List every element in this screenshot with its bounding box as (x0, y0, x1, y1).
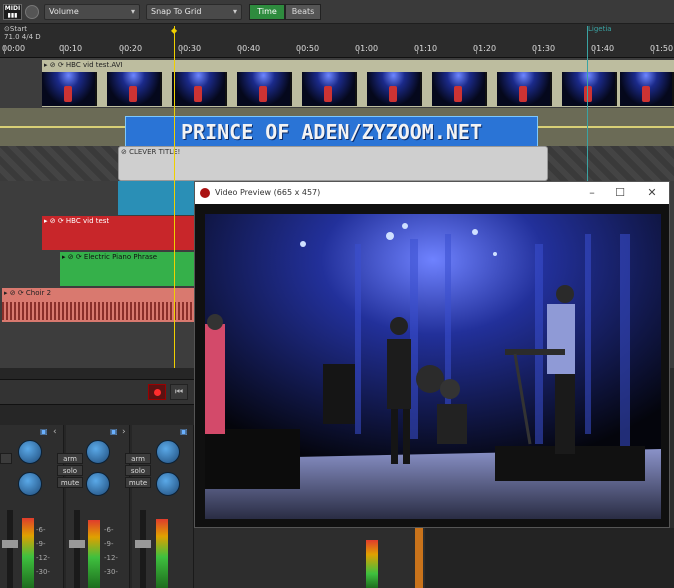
video-thumbnail (497, 72, 552, 106)
fader-handle[interactable] (69, 540, 85, 548)
video-thumbnail (302, 72, 357, 106)
stage-scene (205, 214, 661, 519)
chevron-down-icon: ▾ (130, 7, 135, 16)
title-banner: PRINCE OF ADEN/ZYZOOM.NET (125, 116, 538, 148)
end-marker[interactable]: Ligetia (588, 25, 612, 33)
red-clip-label: ▸ ⊘ ⟳ HBC vid test (44, 217, 110, 225)
solo-button[interactable]: solo (57, 465, 83, 476)
orange-strip (415, 528, 423, 588)
beats-button[interactable]: Beats (285, 4, 321, 20)
timeline-ruler[interactable] (0, 24, 674, 58)
level-meter (22, 518, 34, 588)
start-marker[interactable]: ⊙Start 71.0 4/4 D (4, 25, 41, 41)
window-maximize-icon[interactable]: ☐ (607, 182, 633, 204)
video-thumbnail (42, 72, 97, 106)
video-preview-window[interactable]: Video Preview (665 x 457) – ☐ ✕ (194, 181, 670, 528)
pan-icon[interactable]: ▣ (180, 427, 188, 436)
ruler-tick (122, 45, 123, 54)
ruler-tick (476, 45, 477, 54)
solo-button[interactable]: solo (125, 465, 151, 476)
fader-handle[interactable] (2, 540, 18, 548)
level-meter (366, 540, 378, 588)
fader-track[interactable] (7, 510, 13, 588)
ruler-time: 00:00 (2, 44, 26, 53)
ruler-tick (240, 45, 241, 54)
level-meter (156, 519, 168, 588)
window-title: Video Preview (665 x 457) (215, 188, 321, 197)
lower-mixer-area (425, 528, 674, 588)
video-clip-label: ▸ ⊘ ⟳ HBC vid test.AVI (44, 61, 123, 69)
pan-icon[interactable]: ▣ (40, 427, 48, 436)
concert-video-frame (205, 214, 661, 519)
nav-prev-icon[interactable]: ‹ (53, 427, 57, 437)
pan-knob[interactable] (156, 440, 180, 464)
window-close-icon[interactable]: ✕ (639, 182, 665, 204)
video-thumbnail (562, 72, 617, 106)
ruler-tick (535, 45, 536, 54)
ruler-tick (4, 45, 5, 54)
pan-knob[interactable] (156, 472, 180, 496)
mute-button[interactable]: mute (125, 477, 151, 488)
app-icon (200, 188, 210, 198)
arm-button[interactable] (0, 453, 12, 464)
parameter-select-value: Volume (49, 7, 79, 16)
ruler-tick (358, 45, 359, 54)
gear-icon[interactable] (25, 5, 39, 19)
video-thumbnail (620, 72, 674, 106)
parameter-select[interactable]: Volume ▾ (44, 4, 140, 20)
pan-icon[interactable]: ▣ (110, 427, 118, 436)
title-clip-label: ⊘ CLEVER TITLE! (121, 148, 181, 156)
fader-handle[interactable] (135, 540, 151, 548)
video-thumbnail (367, 72, 422, 106)
ruler-tick (417, 45, 418, 54)
skip-back-icon[interactable]: ⏮ (170, 384, 188, 400)
cyan-audio-clip[interactable] (118, 181, 195, 215)
video-thumbnail (432, 72, 487, 106)
ruler-tick (181, 45, 182, 54)
playhead[interactable] (174, 26, 175, 376)
ruler-tick (299, 45, 300, 54)
snap-select-value: Snap To Grid (151, 7, 202, 16)
arm-button[interactable]: arm (57, 453, 83, 464)
level-meter (88, 520, 100, 588)
pan-knob[interactable] (86, 472, 110, 496)
pan-knob[interactable] (86, 440, 110, 464)
meter-scale: -6- -9- -12- -30- (104, 526, 118, 576)
fader-track[interactable] (74, 510, 80, 588)
pink-clip-label: ▸ ⊘ ⟳ Choir 2 (4, 289, 52, 297)
title-clip[interactable]: ⊘ CLEVER TITLE! (118, 146, 548, 181)
snap-select[interactable]: Snap To Grid ▾ (146, 4, 242, 20)
midi-icon[interactable]: MIDI ▮▮▮ (3, 4, 22, 20)
window-minimize-icon[interactable]: – (579, 182, 605, 204)
video-thumbnail (172, 72, 227, 106)
pan-knob[interactable] (18, 440, 42, 464)
ruler-tick (63, 45, 64, 54)
nav-next-icon[interactable]: › (122, 427, 126, 437)
arm-button[interactable]: arm (125, 453, 151, 464)
video-thumbnail (107, 72, 162, 106)
chevron-down-icon: ▾ (232, 7, 237, 16)
ruler-tick (594, 45, 595, 54)
record-icon[interactable] (148, 384, 166, 400)
video-thumbnail (237, 72, 292, 106)
waveform (2, 302, 195, 320)
ruler-tick (653, 45, 654, 54)
pan-knob[interactable] (18, 472, 42, 496)
mute-button[interactable]: mute (57, 477, 83, 488)
meter-scale: -6- -9- -12- -30- (36, 526, 50, 576)
time-button[interactable]: Time (249, 4, 285, 20)
red-clip[interactable]: ▸ ⊘ ⟳ HBC vid test (42, 216, 195, 250)
fader-track[interactable] (140, 510, 146, 588)
end-line (587, 26, 588, 206)
